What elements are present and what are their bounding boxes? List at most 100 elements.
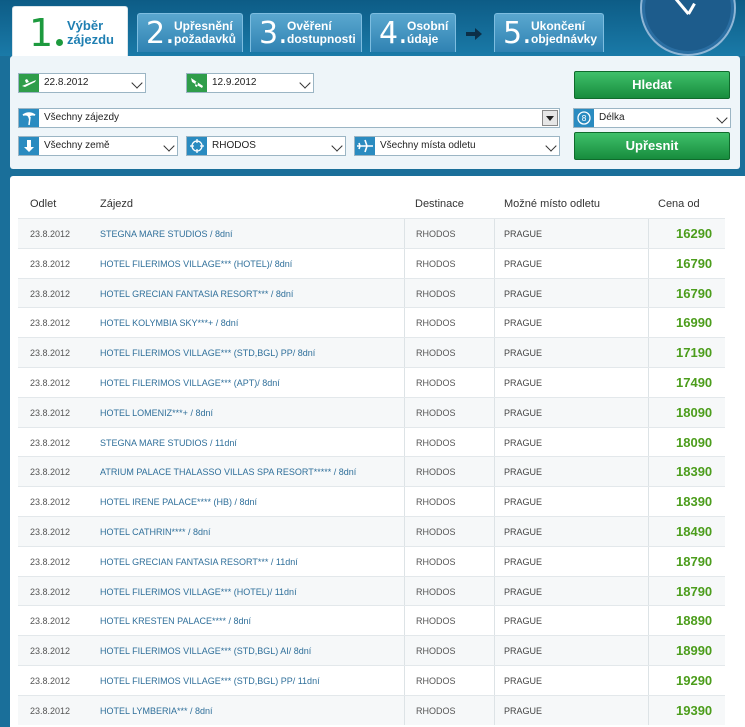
table-row[interactable]: 23.8.2012 HOTEL FILERIMOS VILLAGE*** (STD… <box>18 337 725 367</box>
row-price: 18790 <box>676 583 713 599</box>
step-4-tab[interactable]: 4. Osobní údaje <box>370 13 456 52</box>
column-divider <box>648 606 649 636</box>
row-hotel-link[interactable]: HOTEL FILERIMOS VILLAGE*** (STD,BGL) AI/… <box>100 646 311 656</box>
column-divider <box>404 248 405 278</box>
column-header-price[interactable]: Cena od <box>658 198 700 210</box>
table-row[interactable]: 23.8.2012 ATRIUM PALACE THALASSO VILLAS S… <box>18 456 725 487</box>
column-header-departure[interactable]: Možné místo odletu <box>504 198 600 210</box>
table-row[interactable]: 23.8.2012 HOTEL GRECIAN FANTASIA RESORT**… <box>18 545 725 576</box>
row-hotel-link[interactable]: HOTEL IRENE PALACE**** (HB) / 8dní <box>100 497 257 507</box>
column-divider <box>404 576 405 606</box>
step-label-line1: Upřesnění <box>174 19 233 33</box>
step-label-line2: objednávky <box>531 32 598 46</box>
row-hotel-link[interactable]: HOTEL FILERIMOS VILLAGE*** (STD,BGL) PP/… <box>100 676 320 686</box>
row-hotel-link[interactable]: HOTEL FILERIMOS VILLAGE*** (STD,BGL) PP/… <box>100 348 315 358</box>
step-label: Ověření dostupnosti <box>287 20 367 46</box>
refine-button[interactable]: Upřesnit <box>574 132 730 160</box>
length-value: Délka <box>599 112 625 123</box>
row-departure: PRAGUE <box>504 526 543 537</box>
column-header-destination[interactable]: Destinace <box>415 198 464 210</box>
table-row[interactable]: 23.8.2012 HOTEL FILERIMOS VILLAGE*** (STD… <box>18 635 725 665</box>
row-hotel-link[interactable]: HOTEL FILERIMOS VILLAGE*** (APT)/ 8dní <box>100 378 280 388</box>
table-row[interactable]: 23.8.2012 HOTEL KOLYMBIA SKY***+ / 8dní RH… <box>18 307 725 338</box>
table-body: 23.8.2012 STEGNA MARE STUDIOS / 8dní RHODO… <box>18 218 725 725</box>
table-row[interactable]: 23.8.2012 HOTEL FILERIMOS VILLAGE*** (APT… <box>18 366 725 397</box>
row-hotel-link[interactable]: HOTEL GRECIAN FANTASIA RESORT*** / 8dní <box>100 289 293 299</box>
table-row[interactable]: 23.8.2012 STEGNA MARE STUDIOS / 8dní RHODO… <box>18 218 725 248</box>
step-label: Upřesnění požadavků <box>174 20 254 46</box>
column-divider <box>648 665 649 695</box>
table-row[interactable]: 23.8.2012 HOTEL LOMENIZ***+ / 8dní RHODOS P… <box>18 396 725 427</box>
row-departure: PRAGUE <box>504 497 543 508</box>
step-label-line2: dostupnosti <box>287 32 356 46</box>
row-destination: RHODOS <box>416 348 456 359</box>
row-price: 17190 <box>676 345 713 361</box>
table-row[interactable]: 23.8.2012 HOTEL KRESTEN PALACE**** / 8dní… <box>18 605 725 636</box>
column-divider <box>404 427 405 457</box>
row-departure: PRAGUE <box>504 675 543 686</box>
table-row[interactable]: 23.8.2012 HOTEL FILERIMOS VILLAGE*** (STD… <box>18 664 725 695</box>
row-destination: RHODOS <box>416 318 456 329</box>
step-number: 3. <box>259 16 288 51</box>
row-hotel-link[interactable]: HOTEL FILERIMOS VILLAGE*** (HOTEL)/ 11dn… <box>100 587 297 597</box>
table-row[interactable]: 23.8.2012 HOTEL IRENE PALACE**** (HB) / 8… <box>18 486 725 516</box>
return-date-select[interactable]: 12.9.2012 <box>186 73 314 93</box>
row-hotel-link[interactable]: STEGNA MARE STUDIOS / 8dní <box>100 229 233 239</box>
row-departure: PRAGUE <box>504 586 543 597</box>
row-hotel-link[interactable]: HOTEL FILERIMOS VILLAGE*** (HOTEL)/ 8dní <box>100 259 292 269</box>
departure-date-value: 22.8.2012 <box>44 77 89 88</box>
row-hotel-link[interactable]: HOTEL LYMBERIA*** / 8dní <box>100 706 213 716</box>
row-date: 23.8.2012 <box>30 556 71 567</box>
column-divider <box>404 695 405 725</box>
row-hotel-link[interactable]: STEGNA MARE STUDIOS / 11dní <box>100 438 237 448</box>
column-divider <box>404 665 405 695</box>
step-1-tab[interactable]: 1 Výběr zájezdu <box>12 6 128 57</box>
palm-tree-icon <box>19 109 39 127</box>
departure-place-select[interactable]: Všechny místa odletu <box>354 136 560 156</box>
column-divider <box>648 219 649 248</box>
step-label-line1: Výběr <box>67 18 104 33</box>
column-divider <box>404 487 405 516</box>
table-row[interactable]: 23.8.2012 HOTEL FILERIMOS VILLAGE*** (HOT… <box>18 575 725 606</box>
table-row[interactable]: 23.8.2012 HOTEL FILERIMOS VILLAGE*** (HOT… <box>18 247 725 278</box>
table-row[interactable]: 23.8.2012 HOTEL LYMBERIA*** / 8dní RHODOS P… <box>18 694 725 725</box>
departure-date-select[interactable]: 22.8.2012 <box>18 73 146 93</box>
trip-type-select[interactable]: Všechny zájezdy <box>18 108 560 128</box>
column-header-date[interactable]: Odlet <box>30 198 56 210</box>
column-divider <box>404 516 405 546</box>
booking-steps: 1 Výběr zájezdu 2. Upřesnění požadavků 3… <box>0 0 640 57</box>
dropdown-button[interactable] <box>542 110 558 126</box>
step-2-tab[interactable]: 2. Upřesnění požadavků <box>137 13 243 52</box>
row-hotel-link[interactable]: ATRIUM PALACE THALASSO VILLAS SPA RESORT… <box>100 467 356 477</box>
row-price: 18390 <box>676 464 713 480</box>
column-divider <box>494 219 495 248</box>
row-hotel-link[interactable]: HOTEL KOLYMBIA SKY***+ / 8dní <box>100 318 238 328</box>
column-divider <box>494 308 495 338</box>
plane-takeoff-icon <box>19 74 39 92</box>
chevron-down-icon <box>331 140 343 152</box>
row-hotel-link[interactable]: HOTEL LOMENIZ***+ / 8dní <box>100 408 213 418</box>
country-select[interactable]: Všechny země <box>18 136 178 156</box>
trip-type-value: Všechny zájezdy <box>44 112 120 123</box>
row-hotel-link[interactable]: HOTEL GRECIAN FANTASIA RESORT*** / 11dní <box>100 557 298 567</box>
row-price: 16790 <box>676 255 713 271</box>
search-button[interactable]: Hledat <box>574 71 730 99</box>
row-hotel-link[interactable]: HOTEL CATHRIN**** / 8dní <box>100 527 211 537</box>
row-destination: RHODOS <box>416 229 456 239</box>
row-price: 16290 <box>676 226 713 241</box>
length-select[interactable]: 8 Délka <box>573 108 731 128</box>
column-divider <box>648 636 649 665</box>
column-header-hotel[interactable]: Zájezd <box>100 198 133 210</box>
row-hotel-link[interactable]: HOTEL KRESTEN PALACE**** / 8dní <box>100 616 251 626</box>
step-5-tab[interactable]: 5. Ukončení objednávky <box>494 13 604 52</box>
step-3-tab[interactable]: 3. Ověření dostupnosti <box>250 13 362 52</box>
table-row[interactable]: 23.8.2012 HOTEL CATHRIN**** / 8dní RHODOS P… <box>18 515 725 546</box>
destination-select[interactable]: RHODOS <box>186 136 346 156</box>
active-step-dot <box>56 39 63 46</box>
column-divider <box>494 695 495 725</box>
row-date: 23.8.2012 <box>30 377 71 388</box>
table-row[interactable]: 23.8.2012 STEGNA MARE STUDIOS / 11dní RHOD… <box>18 426 725 457</box>
table-row[interactable]: 23.8.2012 HOTEL GRECIAN FANTASIA RESORT**… <box>18 277 725 308</box>
row-departure: PRAGUE <box>504 318 543 329</box>
search-panel: 22.8.2012 12.9.2012 Hledat Všechny zájez… <box>10 56 740 169</box>
